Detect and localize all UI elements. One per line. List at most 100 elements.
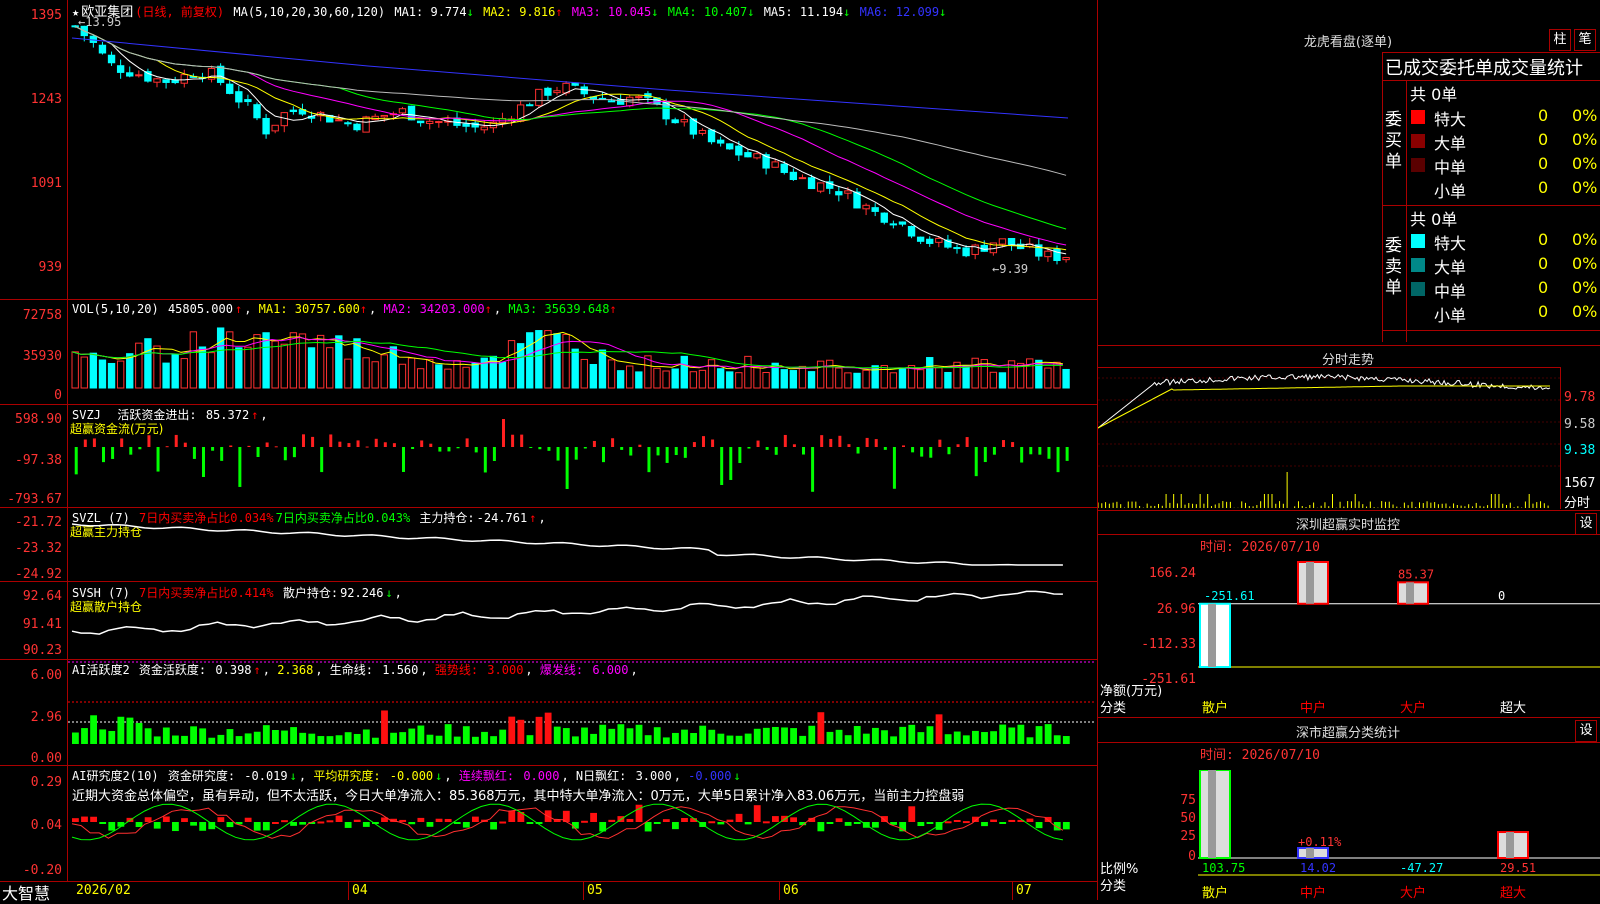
svzj-chart[interactable] <box>68 405 1096 506</box>
research-bar <box>853 822 861 824</box>
volume-chart[interactable] <box>68 318 1096 404</box>
fund-flow-bar <box>211 447 215 451</box>
volume-bar <box>816 360 825 389</box>
volume-bar <box>662 370 670 389</box>
volume-bar <box>371 361 379 389</box>
fund-flow-bar <box>983 447 987 463</box>
sz-class-settings-button[interactable]: 设 <box>1575 720 1597 742</box>
fund-flow-bar <box>856 447 860 454</box>
volume-bar <box>444 368 452 389</box>
sz-monitor-settings-button[interactable]: 设 <box>1575 513 1597 535</box>
stroke-button[interactable]: 笔 <box>1574 29 1596 51</box>
intraday-chart[interactable] <box>1098 368 1560 509</box>
vol-ylabel: 72758 <box>22 308 62 323</box>
order-count: 0 <box>1538 278 1549 297</box>
order-size-label: 小单 <box>1434 306 1467 325</box>
fund-flow-bar <box>111 447 115 459</box>
candle <box>180 74 188 84</box>
svsh-chart[interactable] <box>68 582 1096 659</box>
activity-bar <box>144 728 152 744</box>
fund-flow-bar <box>647 447 651 473</box>
order-color-swatch <box>1411 306 1425 320</box>
candlestick-chart[interactable] <box>68 18 1096 298</box>
candle <box>698 129 707 134</box>
fund-flow-bar <box>283 447 287 461</box>
volume-bar <box>462 366 470 389</box>
sz-class-ylabel: 0 <box>1188 849 1196 864</box>
intraday-vol-label: 1567 <box>1564 476 1596 491</box>
order-color-swatch <box>1411 158 1425 172</box>
fund-flow-bar <box>165 446 169 448</box>
research-bar <box>581 820 588 823</box>
volume-bar <box>798 365 807 389</box>
fund-flow-bar <box>492 447 496 461</box>
volume-bar <box>835 367 843 389</box>
candle <box>462 123 470 127</box>
fund-flow-bar <box>874 439 878 447</box>
fund-flow-bar <box>883 447 887 450</box>
volume-bar <box>307 347 316 389</box>
volume-bar <box>789 370 798 389</box>
main-chart-area[interactable]: ★ 欧亚集团 (日线, 前复权) MA(5,10,20,30,60,120) MA1… <box>0 0 1100 903</box>
volume-bar <box>144 338 152 389</box>
activity-bar <box>626 728 634 744</box>
svzl-chart[interactable] <box>68 508 1096 581</box>
volume-bar <box>735 372 743 389</box>
research-bar <box>990 819 997 822</box>
fund-flow-bar <box>429 443 433 447</box>
candle <box>289 109 298 113</box>
fund-flow-bar <box>538 447 542 450</box>
candle <box>871 207 879 212</box>
research-bar <box>1062 822 1070 830</box>
activity-bar <box>453 736 461 744</box>
category-label: 大户 <box>1400 701 1427 716</box>
activity-bar <box>726 735 734 744</box>
research-bar <box>608 819 616 822</box>
order-size-label: 大单 <box>1434 258 1467 277</box>
sz-class-time: 时间: 2026/07/10 <box>1200 748 1320 763</box>
category-label: 散户 <box>1202 886 1229 901</box>
fund-flow-bar <box>238 447 242 487</box>
sz-monitor-chart[interactable]: -251.61 166.24 85.37 0 <box>1198 560 1600 700</box>
candle <box>753 153 761 159</box>
buy-total: 共 0单 <box>1410 85 1458 104</box>
column-button[interactable]: 柱 <box>1549 29 1571 51</box>
ai-research-chart[interactable] <box>68 800 1096 881</box>
volume-bar <box>898 367 907 389</box>
fund-flow-bar <box>811 447 815 492</box>
activity-bar <box>944 734 952 744</box>
activity-bar <box>362 729 370 744</box>
activity-bar <box>844 735 852 744</box>
activity-bar <box>490 736 497 744</box>
research-bar <box>981 822 988 827</box>
ratio-value: 29.51 <box>1500 861 1536 875</box>
retail-position-line <box>71 590 1063 635</box>
intraday-title: 分时走势 <box>1321 353 1374 368</box>
activity-bar <box>1017 724 1025 744</box>
research-bar <box>162 816 170 822</box>
ai-active-chart[interactable] <box>68 660 1096 765</box>
volume-bar <box>762 371 770 389</box>
candle <box>735 145 743 156</box>
candle <box>126 72 134 77</box>
volume-bar <box>1053 361 1061 389</box>
research-bar <box>962 821 970 824</box>
sz-class-chart[interactable]: +0.11% 103.75 14.02 -47.27 29.51 <box>1198 770 1600 882</box>
activity-bar <box>508 716 516 744</box>
activity-bar <box>790 728 797 744</box>
volume-bar <box>680 355 688 389</box>
research-bar <box>917 822 925 827</box>
research-bar <box>417 817 425 822</box>
activity-bar <box>235 736 243 744</box>
ratio-value: -47.27 <box>1400 861 1443 875</box>
activity-bar <box>181 735 188 744</box>
activity-bar <box>317 736 325 744</box>
fund-flow-bar <box>1002 440 1005 447</box>
svzl-ylabel: -21.72 <box>15 515 62 530</box>
fund-flow-bar <box>311 436 315 447</box>
ratio-bar-shade <box>1506 832 1514 858</box>
activity-bar <box>608 728 616 744</box>
activity-bar <box>135 722 143 744</box>
activity-bar <box>99 729 107 744</box>
fund-flow-bar <box>183 442 187 447</box>
